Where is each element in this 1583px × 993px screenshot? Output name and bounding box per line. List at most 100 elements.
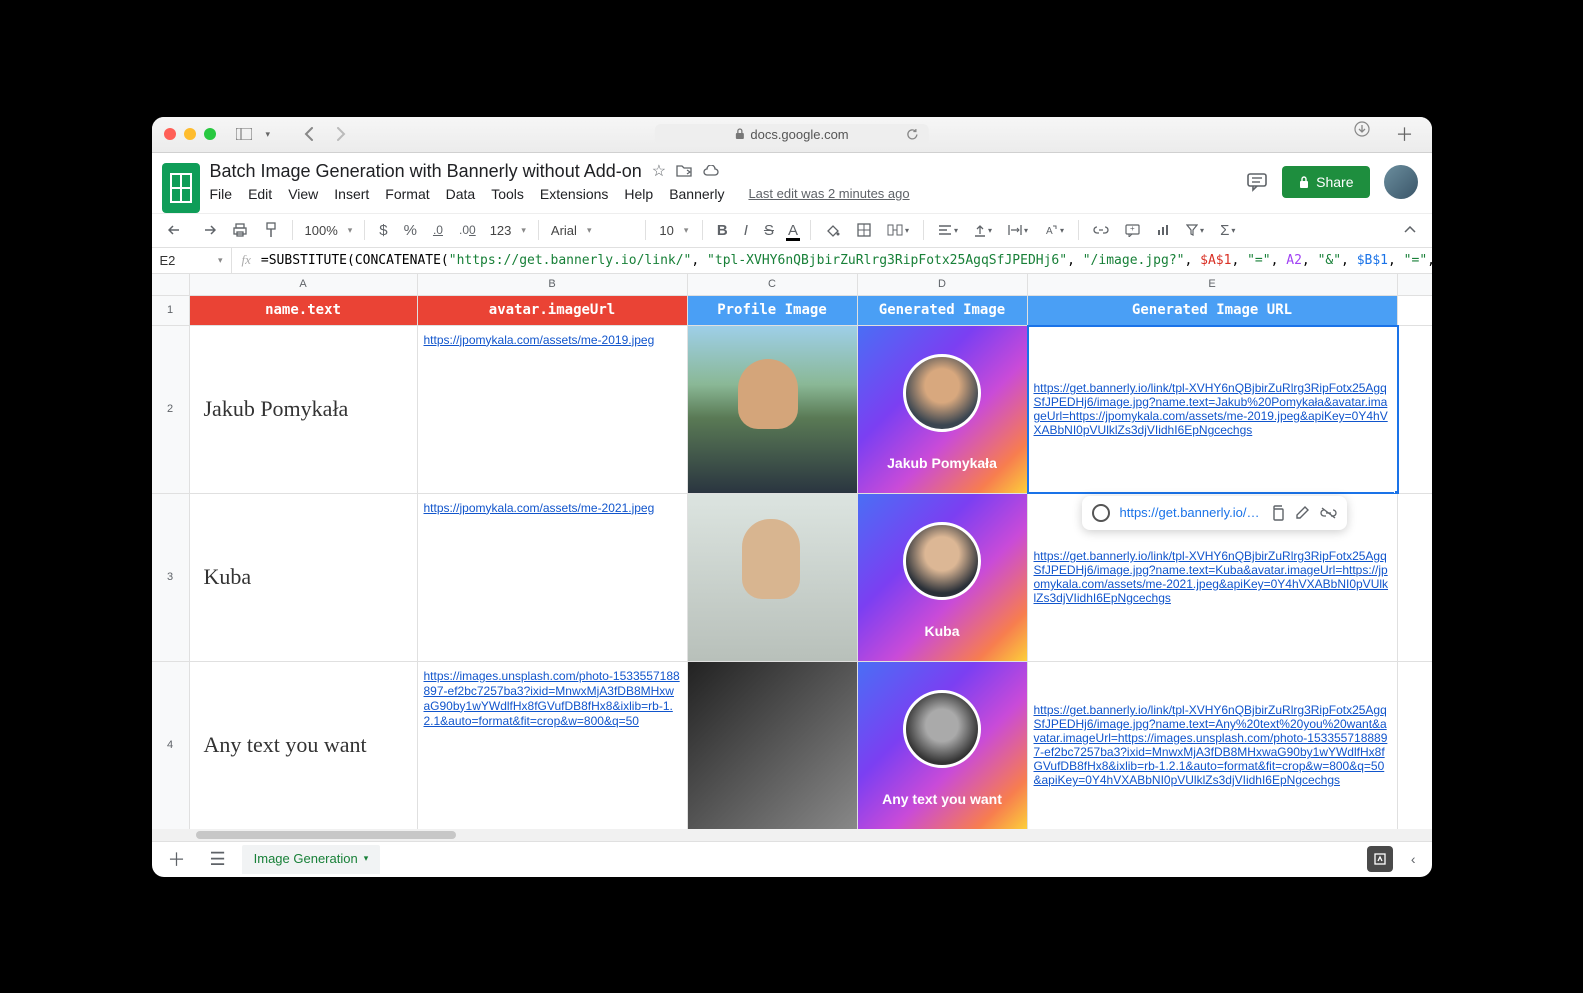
font-size-select[interactable]: 10▾ (654, 221, 694, 240)
redo-button[interactable] (194, 220, 222, 240)
horizontal-align-button[interactable]: ▾ (932, 220, 964, 240)
menu-help[interactable]: Help (624, 186, 653, 202)
comments-icon[interactable] (1246, 172, 1268, 192)
row-header[interactable]: 1 (152, 296, 190, 325)
remove-link-button[interactable] (1320, 507, 1337, 519)
borders-button[interactable] (851, 219, 877, 241)
sheet-tab[interactable]: Image Generation ▾ (242, 845, 381, 874)
header-cell[interactable]: name.text (190, 296, 418, 325)
menu-extensions[interactable]: Extensions (540, 186, 608, 202)
col-header-e[interactable]: E (1028, 274, 1398, 295)
address-bar[interactable]: docs.google.com (654, 124, 928, 145)
row-header[interactable]: 2 (152, 326, 190, 493)
cell-name[interactable]: Jakub Pomykała (190, 326, 418, 493)
add-sheet-button[interactable]: ＋ (160, 842, 194, 876)
copy-link-button[interactable] (1270, 505, 1285, 521)
functions-button[interactable]: Σ▾ (1214, 218, 1241, 243)
downloads-icon[interactable] (1348, 119, 1376, 149)
format-currency-button[interactable]: $ (373, 218, 393, 243)
hyperlink[interactable]: https://jpomykala.com/assets/me-2019.jpe… (424, 333, 655, 347)
print-button[interactable] (226, 219, 254, 241)
cell-generated-image[interactable]: Jakub Pomykała (858, 326, 1028, 493)
menu-view[interactable]: View (288, 186, 318, 202)
font-family-select[interactable]: Arial▾ (547, 221, 637, 240)
hyperlink[interactable]: https://images.unsplash.com/photo-153355… (424, 669, 680, 728)
horizontal-scrollbar[interactable] (152, 829, 1432, 841)
formula-input[interactable]: =SUBSTITUTE(CONCATENATE("https://get.ban… (261, 253, 1432, 268)
cell-profile-image[interactable] (688, 494, 858, 661)
fill-color-button[interactable] (819, 219, 847, 241)
explore-button[interactable] (1367, 846, 1393, 872)
insert-chart-button[interactable] (1150, 220, 1176, 240)
move-icon[interactable] (676, 164, 692, 178)
forward-button[interactable] (330, 125, 352, 143)
format-percent-button[interactable]: % (398, 218, 423, 243)
insert-comment-button[interactable]: + (1119, 220, 1146, 241)
cell-name[interactable]: Kuba (190, 494, 418, 661)
selection-handle[interactable] (1394, 490, 1398, 493)
col-header-b[interactable]: B (418, 274, 688, 295)
document-title[interactable]: Batch Image Generation with Bannerly wit… (210, 161, 642, 182)
cell-generated-url[interactable]: https://get.bannerly.io/link/tpl-XVHY6nQ… (1028, 326, 1398, 493)
header-cell[interactable]: Generated Image URL (1028, 296, 1398, 325)
cell-profile-image[interactable] (688, 662, 858, 829)
cell-generated-url[interactable]: https://get.bannerly.io/link/tpl-XVHY6nQ… (1028, 662, 1398, 829)
account-avatar[interactable] (1384, 165, 1418, 199)
text-wrap-button[interactable]: ▾ (1002, 220, 1034, 240)
close-window-button[interactable] (164, 128, 176, 140)
new-tab-icon[interactable]: ＋ (1390, 119, 1420, 149)
cell-profile-image[interactable] (688, 326, 858, 493)
menu-insert[interactable]: Insert (334, 186, 369, 202)
cell-avatar-url[interactable]: https://jpomykala.com/assets/me-2019.jpe… (418, 326, 688, 493)
sidebar-toggle-icon[interactable] (230, 126, 258, 142)
vertical-align-button[interactable]: ▾ (968, 219, 998, 241)
edit-link-button[interactable] (1295, 505, 1310, 520)
strikethrough-button[interactable]: S (758, 218, 780, 243)
select-all-cell[interactable] (152, 274, 190, 295)
increase-decimal-button[interactable]: .00 (453, 219, 482, 241)
hyperlink[interactable]: https://jpomykala.com/assets/me-2021.jpe… (424, 501, 655, 515)
chevron-down-icon[interactable]: ▾ (260, 127, 277, 142)
last-edit-status[interactable]: Last edit was 2 minutes ago (748, 186, 909, 201)
star-icon[interactable]: ☆ (652, 161, 666, 181)
menu-edit[interactable]: Edit (248, 186, 272, 202)
link-preview-text[interactable]: https://get.bannerly.io/link... (1120, 505, 1260, 520)
cloud-status-icon[interactable] (702, 165, 720, 177)
back-button[interactable] (298, 125, 320, 143)
header-cell[interactable]: avatar.imageUrl (418, 296, 688, 325)
row-header[interactable]: 3 (152, 494, 190, 661)
sheets-logo-icon[interactable] (162, 163, 200, 213)
insert-link-button[interactable] (1087, 221, 1115, 239)
cell-name[interactable]: Any text you want (190, 662, 418, 829)
cell-avatar-url[interactable]: https://images.unsplash.com/photo-153355… (418, 662, 688, 829)
italic-button[interactable]: I (738, 218, 754, 243)
menu-format[interactable]: Format (385, 186, 429, 202)
col-header-c[interactable]: C (688, 274, 858, 295)
zoom-select[interactable]: 100%▾ (301, 221, 357, 240)
menu-data[interactable]: Data (446, 186, 476, 202)
number-format-select[interactable]: 123▾ (486, 221, 530, 240)
minimize-window-button[interactable] (184, 128, 196, 140)
text-rotation-button[interactable]: A▾ (1038, 219, 1070, 241)
side-panel-toggle[interactable]: ‹ (1403, 847, 1424, 871)
header-cell[interactable]: Generated Image (858, 296, 1028, 325)
hyperlink[interactable]: https://get.bannerly.io/link/tpl-XVHY6nQ… (1034, 549, 1391, 605)
share-button[interactable]: Share (1282, 166, 1369, 198)
hyperlink[interactable]: https://get.bannerly.io/link/tpl-XVHY6nQ… (1034, 381, 1391, 437)
bold-button[interactable]: B (711, 218, 734, 243)
name-box[interactable]: E2 ▾ (152, 248, 232, 273)
scrollbar-thumb[interactable] (196, 831, 456, 839)
header-cell[interactable]: Profile Image (688, 296, 858, 325)
undo-button[interactable] (162, 220, 190, 240)
grid-body[interactable]: 1 name.text avatar.imageUrl Profile Imag… (152, 296, 1432, 829)
hyperlink[interactable]: https://get.bannerly.io/link/tpl-XVHY6nQ… (1034, 703, 1391, 787)
filter-button[interactable]: ▾ (1180, 220, 1210, 240)
text-color-button[interactable]: A (784, 220, 802, 241)
menu-file[interactable]: File (210, 186, 233, 202)
paint-format-button[interactable] (258, 218, 284, 242)
refresh-icon[interactable] (906, 128, 919, 141)
col-header-a[interactable]: A (190, 274, 418, 295)
all-sheets-button[interactable]: ☰ (202, 845, 234, 874)
decrease-decimal-button[interactable]: .0 (427, 219, 449, 241)
col-header-d[interactable]: D (858, 274, 1028, 295)
